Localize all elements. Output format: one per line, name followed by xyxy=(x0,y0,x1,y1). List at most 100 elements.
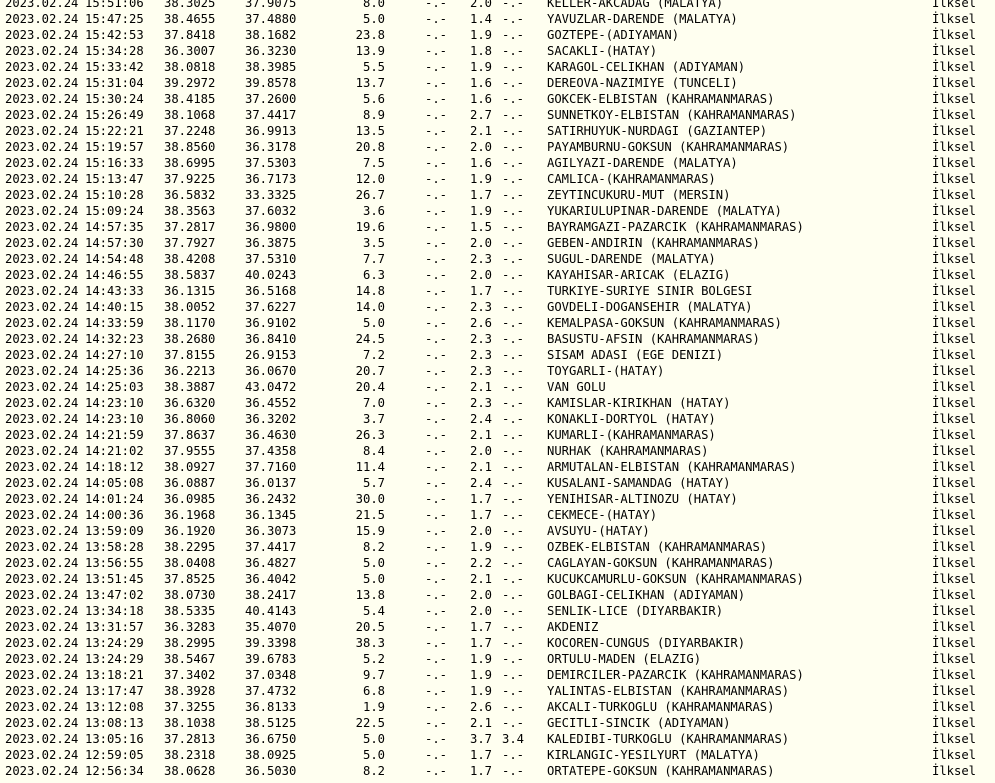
event-lat: 38.5837 xyxy=(164,268,216,282)
event-row: 2023.02.24 14:00:36 36.1968 36.1345 21.5 -.- 1… xyxy=(5,507,995,523)
event-time: 13:47:02 xyxy=(85,588,144,602)
event-lat: 36.2213 xyxy=(164,364,216,378)
event-md: -.- xyxy=(425,156,448,170)
event-date: 2023.02.24 xyxy=(5,716,79,730)
event-time: 14:40:15 xyxy=(85,300,144,314)
event-place: GOKCEK-ELBISTAN (KAHRAMANMARAS) xyxy=(547,92,775,106)
event-depth: 6.8 xyxy=(362,684,385,698)
event-date: 2023.02.24 xyxy=(5,188,79,202)
event-ml: 1.9 xyxy=(469,668,492,682)
event-date: 2023.02.24 xyxy=(5,492,79,506)
event-md: -.- xyxy=(425,300,448,314)
event-md: -.- xyxy=(425,60,448,74)
event-time: 14:23:10 xyxy=(85,412,144,426)
event-time: 14:32:23 xyxy=(85,332,144,346)
event-lon: 36.9913 xyxy=(245,124,297,138)
event-md: -.- xyxy=(425,204,448,218)
event-mw: -.- xyxy=(502,284,525,298)
event-mw: -.- xyxy=(502,124,525,138)
event-mw: -.- xyxy=(502,524,525,538)
event-depth: 3.7 xyxy=(362,412,385,426)
event-row: 2023.02.24 14:27:10 37.8155 26.9153 7.2 -.- 2.… xyxy=(5,347,995,363)
event-lat: 38.2295 xyxy=(164,540,216,554)
event-lat: 37.7927 xyxy=(164,236,216,250)
event-depth: 7.5 xyxy=(362,156,385,170)
event-row: 2023.02.24 14:21:59 37.8637 36.4630 26.3 -.- 2… xyxy=(5,427,995,443)
event-type: İlksel xyxy=(932,444,977,458)
event-depth: 5.0 xyxy=(362,732,385,746)
event-time: 15:31:04 xyxy=(85,76,144,90)
event-lon: 37.4880 xyxy=(245,12,297,26)
event-md: -.- xyxy=(425,556,448,570)
event-md: -.- xyxy=(425,444,448,458)
event-row: 2023.02.24 15:42:53 37.8418 38.1682 23.8 -.- 1… xyxy=(5,27,995,43)
event-time: 14:00:36 xyxy=(85,508,144,522)
event-place: KUSALANI-SAMANDAG (HATAY) xyxy=(547,476,731,490)
event-place: GEBEN-ANDIRIN (KAHRAMANMARAS) xyxy=(547,236,760,250)
event-ml: 2.1 xyxy=(469,572,492,586)
event-time: 15:19:57 xyxy=(85,140,144,154)
event-time: 13:51:45 xyxy=(85,572,144,586)
event-place: AVSUYU-(HATAY) xyxy=(547,524,650,538)
event-date: 2023.02.24 xyxy=(5,204,79,218)
event-time: 14:33:59 xyxy=(85,316,144,330)
event-md: -.- xyxy=(425,108,448,122)
event-lat: 38.2680 xyxy=(164,332,216,346)
event-date: 2023.02.24 xyxy=(5,444,79,458)
event-row: 2023.02.24 14:33:59 38.1170 36.9102 5.0 -.- 2.… xyxy=(5,315,995,331)
event-date: 2023.02.24 xyxy=(5,108,79,122)
event-lat: 38.5467 xyxy=(164,652,216,666)
event-lon: 37.0348 xyxy=(245,668,297,682)
event-place: AGILYAZI-DARENDE (MALATYA) xyxy=(547,156,738,170)
event-type: İlksel xyxy=(932,44,977,58)
event-time: 14:57:35 xyxy=(85,220,144,234)
event-place: BASUSTU-AFSIN (KAHRAMANMARAS) xyxy=(547,332,760,346)
event-type: İlksel xyxy=(932,156,977,170)
event-md: -.- xyxy=(425,652,448,666)
event-row: 2023.02.24 15:31:04 39.2972 39.8578 13.7 -.- 1… xyxy=(5,75,995,91)
event-date: 2023.02.24 xyxy=(5,380,79,394)
event-lon: 36.9102 xyxy=(245,316,297,330)
event-row: 2023.02.24 14:23:10 36.6320 36.4552 7.0 -.- 2.… xyxy=(5,395,995,411)
event-mw: -.- xyxy=(502,108,525,122)
event-place: KAMISLAR-KIRIKHAN (HATAY) xyxy=(547,396,731,410)
event-time: 15:42:53 xyxy=(85,28,144,42)
event-mw: -.- xyxy=(502,748,525,762)
event-mw: -.- xyxy=(502,668,525,682)
event-row: 2023.02.24 15:34:28 36.3007 36.3230 13.9 -.- 1… xyxy=(5,43,995,59)
event-date: 2023.02.24 xyxy=(5,636,79,650)
event-mw: -.- xyxy=(502,0,525,10)
event-place: KIRLANGIC-YESILYURT (MALATYA) xyxy=(547,748,760,762)
event-mw: -.- xyxy=(502,492,525,506)
event-depth: 20.4 xyxy=(355,380,385,394)
event-type: İlksel xyxy=(932,764,977,778)
event-mw: -.- xyxy=(502,60,525,74)
event-type: İlksel xyxy=(932,300,977,314)
event-type: İlksel xyxy=(932,204,977,218)
event-mw: -.- xyxy=(502,508,525,522)
event-depth: 5.4 xyxy=(362,604,385,618)
event-time: 14:21:02 xyxy=(85,444,144,458)
event-depth: 5.0 xyxy=(362,748,385,762)
event-depth: 13.5 xyxy=(355,124,385,138)
event-row: 2023.02.24 15:22:21 37.2248 36.9913 13.5 -.- 2… xyxy=(5,123,995,139)
event-mw: -.- xyxy=(502,364,525,378)
event-time: 15:10:28 xyxy=(85,188,144,202)
event-mw: -.- xyxy=(502,92,525,106)
event-time: 13:08:13 xyxy=(85,716,144,730)
event-mw: -.- xyxy=(502,204,525,218)
event-lat: 38.6995 xyxy=(164,156,216,170)
event-lon: 36.4630 xyxy=(245,428,297,442)
event-type: İlksel xyxy=(932,284,977,298)
event-ml: 2.1 xyxy=(469,124,492,138)
event-date: 2023.02.24 xyxy=(5,300,79,314)
event-time: 15:26:49 xyxy=(85,108,144,122)
event-date: 2023.02.24 xyxy=(5,748,79,762)
event-time: 13:34:18 xyxy=(85,604,144,618)
event-lon: 35.4070 xyxy=(245,620,297,634)
event-lat: 38.1038 xyxy=(164,716,216,730)
event-date: 2023.02.24 xyxy=(5,412,79,426)
event-mw: -.- xyxy=(502,12,525,26)
event-date: 2023.02.24 xyxy=(5,588,79,602)
event-place: GOZTEPE-(ADIYAMAN) xyxy=(547,28,680,42)
